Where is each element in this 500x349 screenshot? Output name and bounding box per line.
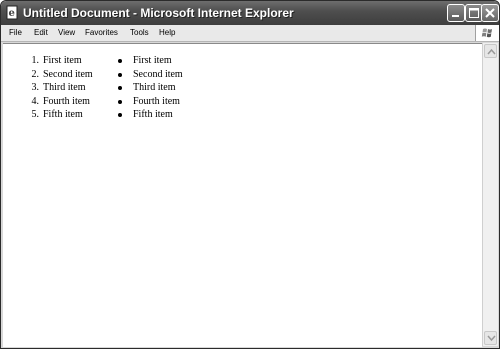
svg-text:e: e xyxy=(9,8,15,19)
list-item: 4. Fourth item xyxy=(25,95,93,109)
chevron-down-icon xyxy=(487,335,496,342)
list-item-text: Second item xyxy=(133,68,183,80)
list-item-text: Third item xyxy=(133,82,176,94)
list-number: 4. xyxy=(31,95,40,107)
menu-edit-label: Edit xyxy=(34,28,48,37)
menu-view-label: View xyxy=(58,28,76,37)
list-item-text: Fourth item xyxy=(133,95,180,107)
title-bar[interactable]: e Untitled Document - Microsoft Internet… xyxy=(1,1,499,25)
menu-view[interactable]: View xyxy=(58,26,75,40)
scroll-down-button[interactable] xyxy=(484,331,497,345)
ie-document-icon: e xyxy=(6,5,18,20)
minimize-icon xyxy=(452,15,459,17)
menu-help[interactable]: Help xyxy=(159,26,175,40)
bullet-icon xyxy=(118,113,122,118)
menu-tools[interactable]: Tools xyxy=(130,26,149,40)
scroll-up-button[interactable] xyxy=(484,44,497,58)
list-item-text: First item xyxy=(43,55,82,66)
bullet-icon xyxy=(118,86,122,91)
menu-bar: File Edit View Favorites Tools Help xyxy=(1,25,499,42)
vertical-scrollbar[interactable] xyxy=(482,43,498,346)
list-number: 2. xyxy=(31,68,40,80)
list-item-text: Fourth item xyxy=(43,95,90,107)
list-item: 2. Second item xyxy=(25,68,93,82)
list-item-text: Second item xyxy=(43,68,93,80)
list-number: 5. xyxy=(31,109,40,121)
bullet-icon xyxy=(118,99,122,104)
list-item-text: Third item xyxy=(43,82,86,94)
list-item: 5. Fifth item xyxy=(25,108,93,122)
close-icon xyxy=(485,8,495,18)
list-item: Fourth item xyxy=(115,95,183,109)
menu-help-label: Help xyxy=(159,28,176,37)
minimize-button[interactable] xyxy=(447,4,465,22)
list-number: 1. xyxy=(31,55,40,66)
list-item: Third item xyxy=(115,81,183,95)
window-title: Untitled Document - Microsoft Internet E… xyxy=(23,6,294,20)
list-item: First item xyxy=(115,54,183,68)
bullet-icon xyxy=(118,59,122,63)
close-button[interactable] xyxy=(481,4,499,22)
list-item-text: First item xyxy=(133,55,172,66)
list-item: Second item xyxy=(115,68,183,82)
menu-tools-label: Tools xyxy=(130,28,149,37)
list-item: 1. First item xyxy=(25,54,93,68)
ordered-list: 1. First item 2. Second item 3. Third item … xyxy=(25,54,93,122)
throbber xyxy=(475,25,499,41)
list-item-text: Fifth item xyxy=(43,109,83,121)
maximize-icon xyxy=(469,8,479,18)
list-item-text: Fifth item xyxy=(133,109,173,121)
unordered-list: First item Second item Third item Fourth… xyxy=(115,54,183,122)
menu-edit[interactable]: Edit xyxy=(34,26,48,40)
page-content: 1. First item 2. Second item 3. Third item … xyxy=(3,43,482,347)
browser-window: e Untitled Document - Microsoft Internet… xyxy=(0,0,500,349)
menu-file-label: File xyxy=(9,28,22,37)
chevron-up-icon xyxy=(487,48,496,55)
list-number: 3. xyxy=(31,82,40,94)
list-item: 3. Third item xyxy=(25,81,93,95)
menu-favorites-label: Favorites xyxy=(85,28,118,37)
menu-favorites[interactable]: Favorites xyxy=(85,26,118,40)
menu-file[interactable]: File xyxy=(9,26,22,40)
list-item: Fifth item xyxy=(115,108,183,122)
windows-logo-icon xyxy=(481,28,492,38)
bullet-icon xyxy=(118,72,122,77)
